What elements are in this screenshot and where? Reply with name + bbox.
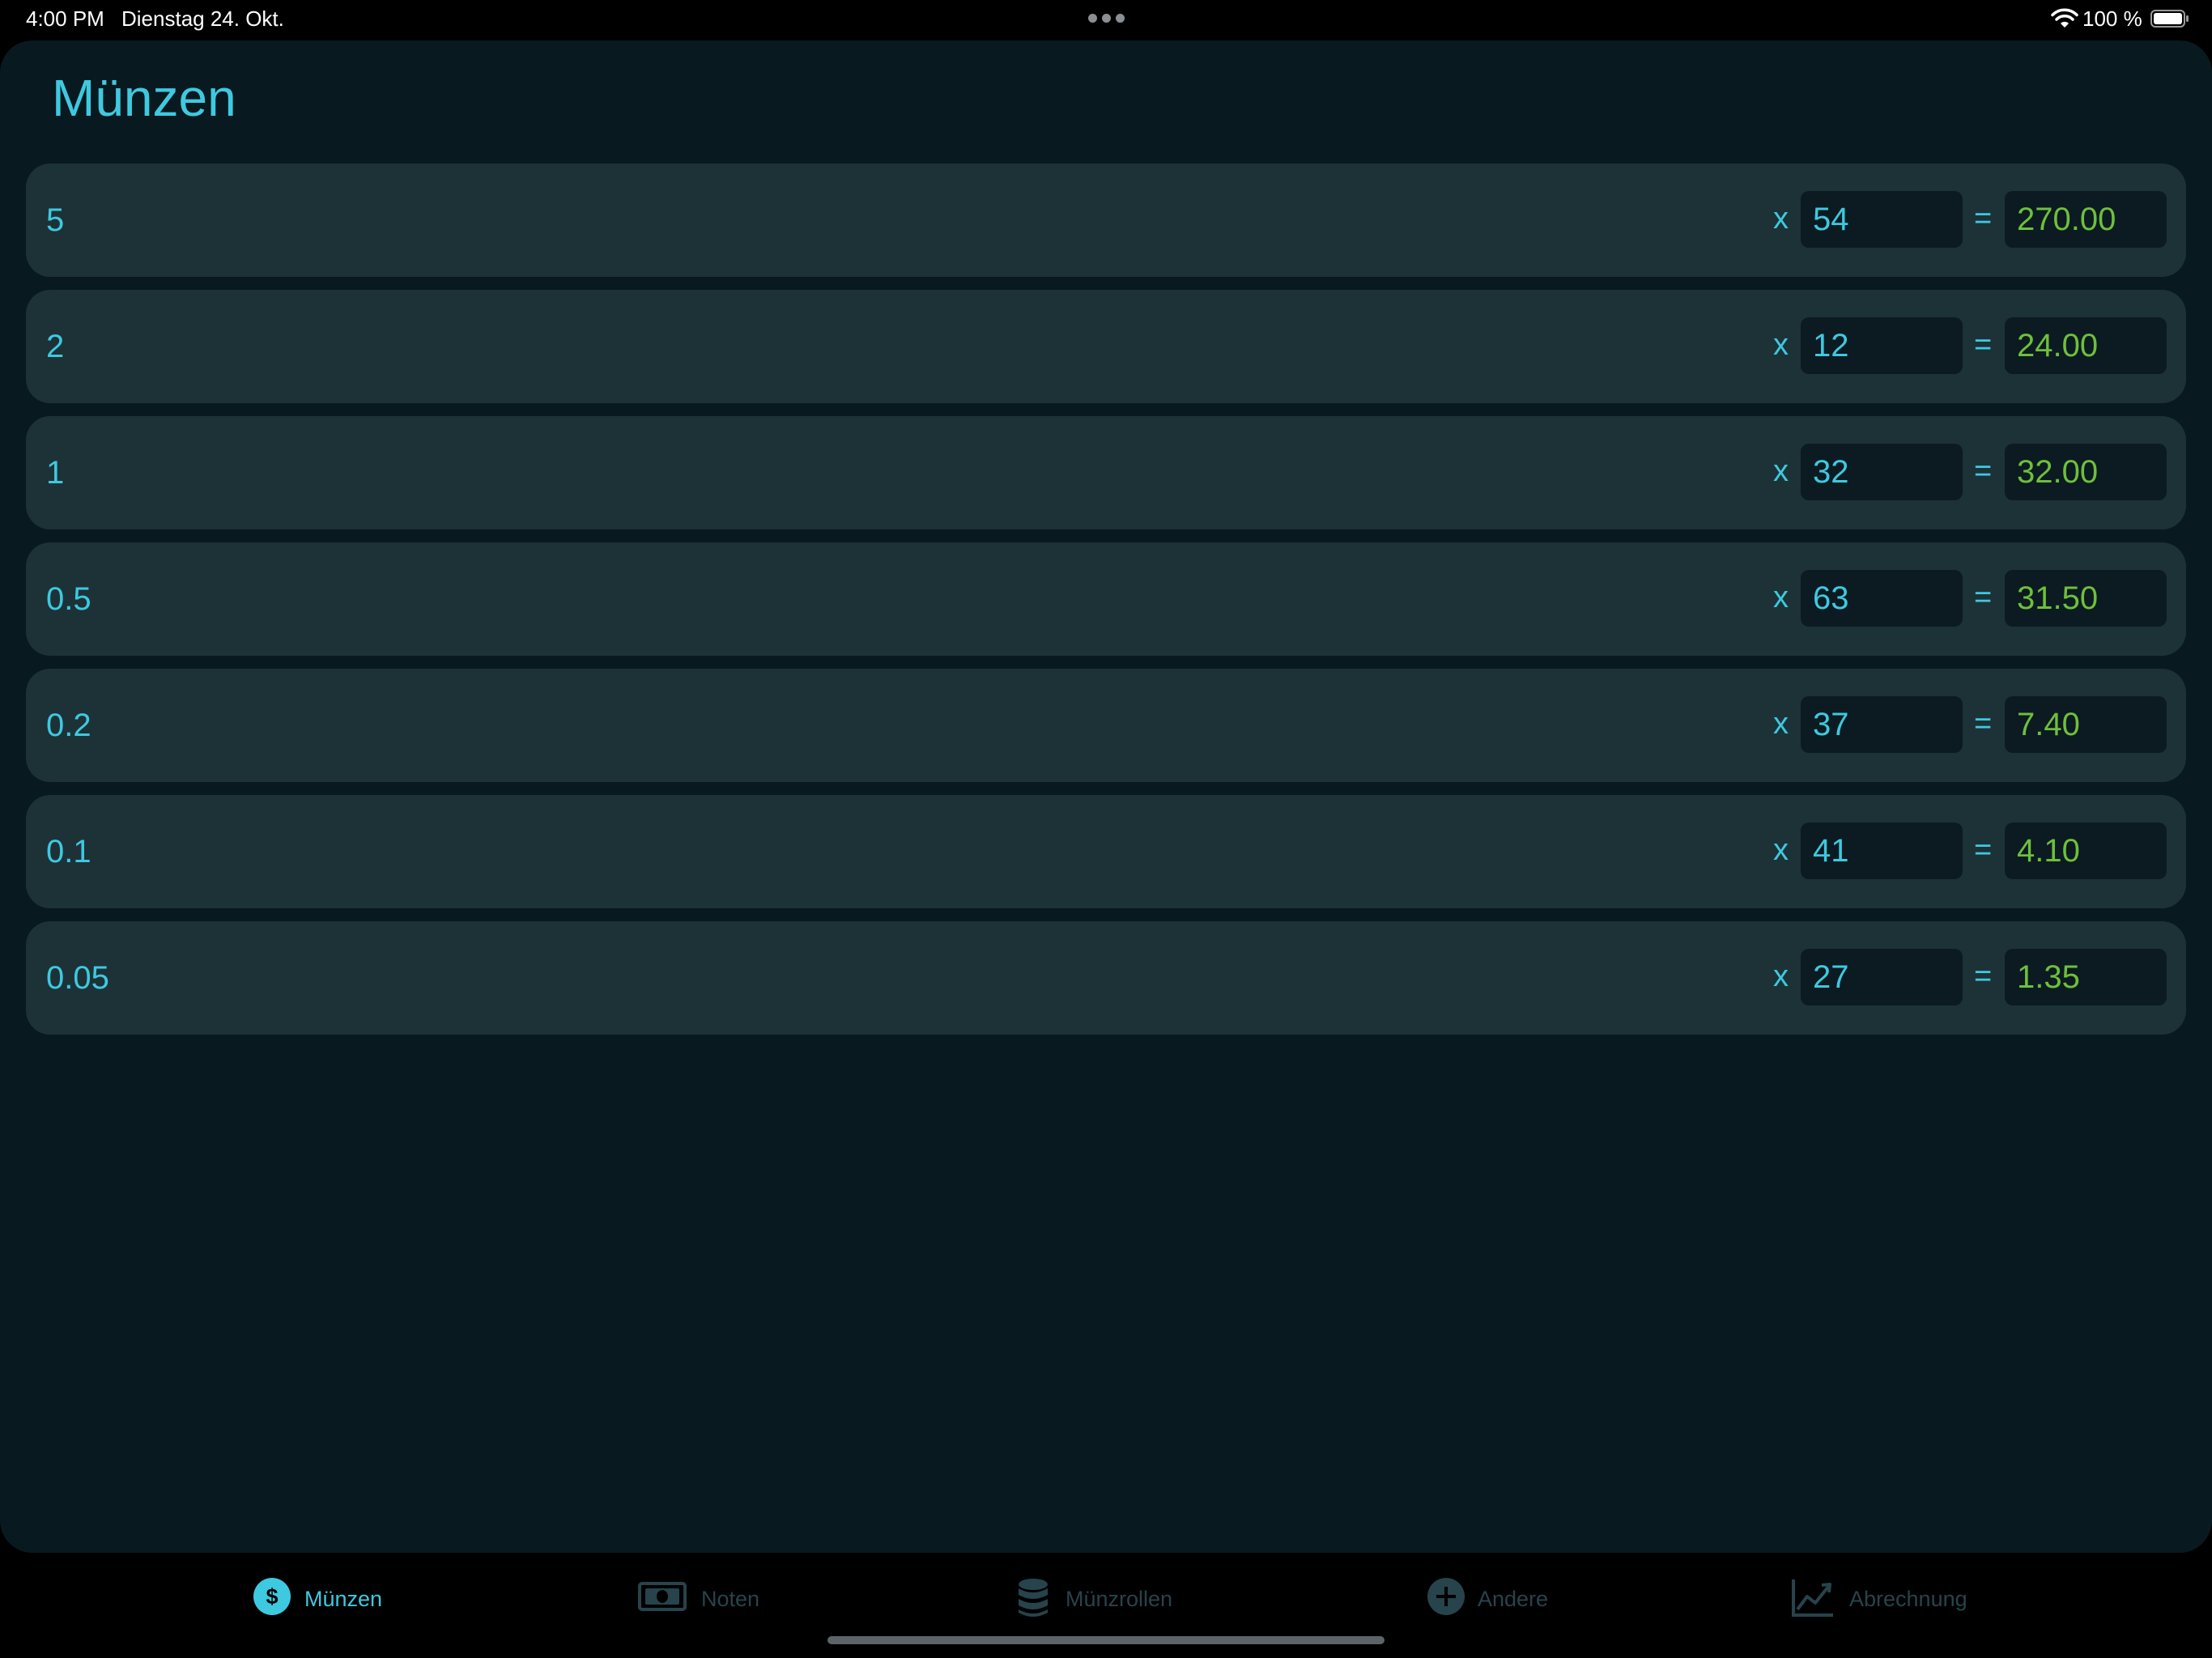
coin-row-0-05: 0.05 x 27 = 1.35 [26, 921, 2186, 1035]
quantity-input[interactable]: 63 [1801, 570, 1963, 627]
denomination-label: 0.2 [46, 708, 91, 743]
battery-icon [2150, 10, 2189, 28]
equals-sign: = [1974, 454, 1993, 488]
equals-sign: = [1974, 580, 1993, 614]
main-sheet: Münzen 5 x 54 = 270.00 2 x 12 = 24.00 1 … [0, 40, 2212, 1553]
multiply-sign: x [1773, 833, 1789, 867]
equals-sign: = [1974, 202, 1993, 236]
coin-row-2: 2 x 12 = 24.00 [26, 290, 2186, 403]
denomination-label: 1 [46, 455, 65, 491]
equals-sign: = [1974, 707, 1993, 741]
quantity-input[interactable]: 37 [1801, 696, 1963, 753]
denomination-label: 0.5 [46, 581, 91, 617]
equals-sign: = [1974, 328, 1993, 362]
multiply-sign: x [1773, 328, 1789, 362]
denomination-label: 2 [46, 329, 65, 364]
coin-row-1: 1 x 32 = 32.00 [26, 416, 2186, 529]
banknote-icon [638, 1582, 687, 1611]
multiply-sign: x [1773, 580, 1789, 614]
home-indicator[interactable] [827, 1636, 1385, 1644]
quantity-input[interactable]: 54 [1801, 191, 1963, 248]
total-field: 31.50 [2005, 570, 2167, 627]
plus-circle-icon [1427, 1578, 1465, 1615]
quantity-input[interactable]: 32 [1801, 444, 1963, 500]
coin-roll-icon [1019, 1579, 1048, 1617]
tab-label: Münzen [304, 1587, 383, 1611]
coin-row-0-2: 0.2 x 37 = 7.40 [26, 669, 2186, 782]
denomination-label: 5 [46, 202, 65, 238]
equals-sign: = [1974, 959, 1993, 993]
wifi-icon [2051, 8, 2078, 28]
chart-line-icon [1792, 1579, 1833, 1617]
tab-label: Andere [1478, 1587, 1549, 1611]
dollar-coin-icon: $ [253, 1578, 291, 1615]
denomination-label: 0.1 [46, 834, 91, 869]
coin-row-0-5: 0.5 x 63 = 31.50 [26, 542, 2186, 656]
quantity-input[interactable]: 12 [1801, 317, 1963, 374]
status-time: 4:00 PM [26, 6, 104, 31]
equals-sign: = [1974, 833, 1993, 867]
multiply-sign: x [1773, 959, 1789, 993]
total-field: 24.00 [2005, 317, 2167, 374]
denomination-label: 0.05 [46, 960, 109, 996]
page-title: Münzen [52, 69, 236, 127]
total-field: 7.40 [2005, 696, 2167, 753]
status-bar: 4:00 PM Dienstag 24. Okt. 100 % [0, 0, 2212, 39]
coin-row-0-1: 0.1 x 41 = 4.10 [26, 795, 2186, 908]
tab-label: Noten [701, 1587, 760, 1611]
total-field: 32.00 [2005, 444, 2167, 500]
total-field: 1.35 [2005, 949, 2167, 1005]
tab-label: Abrechnung [1849, 1587, 1967, 1611]
multiply-sign: x [1773, 202, 1789, 236]
tab-label: Münzrollen [1066, 1587, 1173, 1611]
multiply-sign: x [1773, 454, 1789, 488]
multitasking-dots-icon[interactable] [1088, 14, 1125, 23]
multiply-sign: x [1773, 707, 1789, 741]
status-date: Dienstag 24. Okt. [121, 6, 284, 31]
coin-row-5: 5 x 54 = 270.00 [26, 164, 2186, 277]
total-field: 270.00 [2005, 191, 2167, 248]
battery-percentage: 100 % [2082, 6, 2142, 31]
total-field: 4.10 [2005, 823, 2167, 879]
quantity-input[interactable]: 27 [1801, 949, 1963, 1005]
quantity-input[interactable]: 41 [1801, 823, 1963, 879]
svg-text:$: $ [266, 1584, 278, 1609]
